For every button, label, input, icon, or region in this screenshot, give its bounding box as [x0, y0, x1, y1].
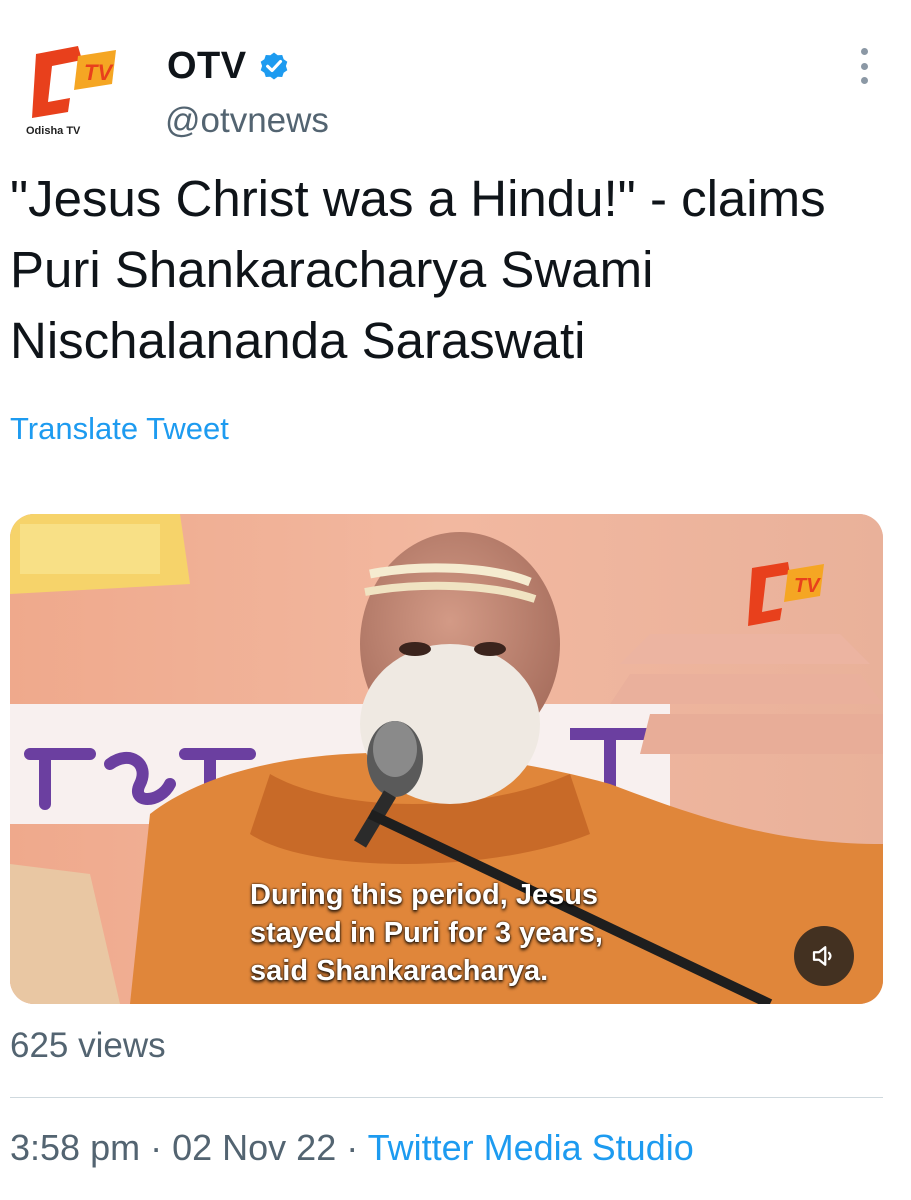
author-name[interactable]: OTV [167, 45, 247, 88]
meta-separator: · [150, 1127, 163, 1168]
caption-line: said Shankaracharya. [250, 955, 549, 987]
more-dot [860, 48, 868, 55]
caption-line: During this period, Jesus [250, 879, 599, 911]
otv-logo-avatar[interactable]: TV Odisha TV [22, 42, 126, 142]
divider [10, 1097, 883, 1098]
speaker-muted-icon [812, 946, 832, 966]
otv-watermark-icon: TV [748, 562, 824, 626]
view-count: 625 views [10, 1026, 166, 1065]
tweet-metadata: 3:58 pm · 02 Nov 22 · Twitter Media Stud… [10, 1127, 694, 1169]
video-caption: During this period, Jesus stayed in Puri… [250, 876, 603, 990]
video-player[interactable]: TV During this period, Jesus stayed in P… [10, 514, 883, 1004]
more-dot [860, 62, 868, 70]
tweet-date[interactable]: 02 Nov 22 [172, 1127, 336, 1168]
logo-caption: Odisha TV [26, 125, 81, 137]
tweet-time[interactable]: 3:58 pm [10, 1127, 140, 1168]
more-options-icon[interactable] [852, 44, 876, 88]
tweet-text: "Jesus Christ was a Hindu!" - claims Pur… [10, 170, 826, 369]
author-handle[interactable]: @otvnews [165, 101, 329, 141]
more-dot [860, 77, 868, 84]
logo-badge-text: TV [84, 60, 114, 85]
translate-tweet-link[interactable]: Translate Tweet [10, 411, 229, 447]
author-name-row: OTV [167, 40, 291, 92]
otv-logo-icon: TV Odisha TV [26, 46, 116, 137]
mute-toggle-button[interactable] [794, 926, 854, 986]
verified-badge-icon [260, 52, 287, 80]
watermark-text: TV [794, 575, 821, 597]
tweet-source-link[interactable]: Twitter Media Studio [368, 1127, 694, 1168]
caption-line: stayed in Puri for 3 years, [250, 917, 603, 949]
meta-separator: · [346, 1127, 359, 1168]
